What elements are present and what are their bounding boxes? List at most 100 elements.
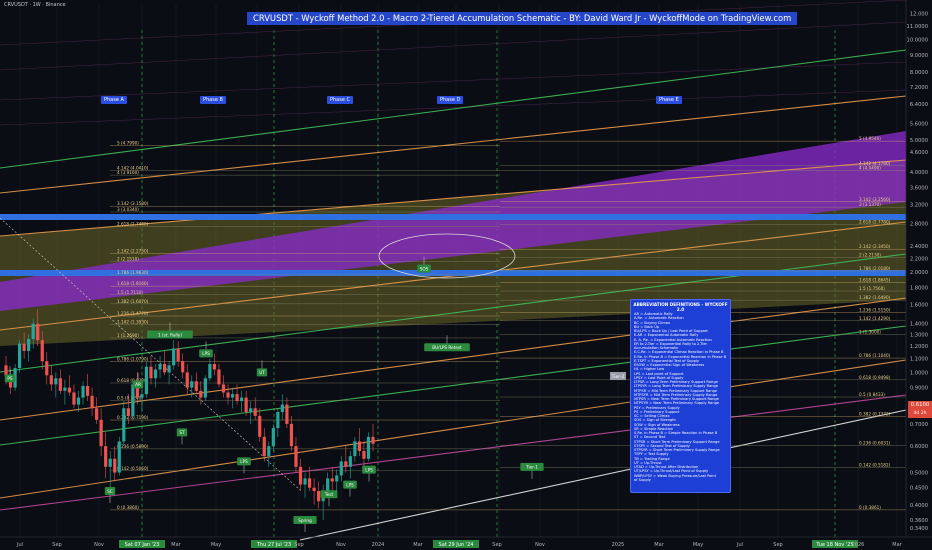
candle-body — [253, 408, 257, 416]
candle-body — [303, 478, 307, 485]
x-tick-label: Jul — [16, 542, 23, 548]
fib-label-left: 2.618 (2.7440) — [117, 222, 149, 227]
candle-body — [108, 458, 112, 467]
candle-body — [140, 394, 144, 398]
y-tick-label: 0.9000 — [910, 386, 928, 392]
candle-body — [158, 363, 162, 370]
legend-items: AR = Automatic Rally A.Re. = Automatic Re… — [631, 312, 730, 482]
candle-body — [17, 343, 22, 369]
legend-item: E.C.Re. = Exponential Climax Reaction in… — [634, 350, 724, 355]
fib-label-right: 2 (2.2130) — [859, 253, 881, 258]
y-tick-label: 8.0000 — [910, 70, 928, 76]
candle-body — [353, 441, 357, 457]
event-label: PS — [7, 376, 13, 381]
x-tick-label: Mar — [892, 542, 902, 548]
candle-body — [162, 363, 167, 373]
candle-body — [167, 365, 171, 373]
fib-label-right: 3 (3.1370) — [859, 202, 881, 207]
fib-label-left: 1.382 (1.6070) — [117, 299, 149, 304]
x-tick-label: Thu 27 Jul '23 — [256, 542, 291, 548]
candle-body — [262, 436, 266, 457]
symbol-info: CRVUSDT · 1W · Binance — [4, 2, 66, 8]
x-tick-label: Mar — [413, 542, 423, 548]
candle-body — [271, 428, 275, 447]
candle-body — [217, 369, 221, 385]
candle-body — [27, 338, 31, 351]
x-tick-label: Sep — [294, 542, 303, 548]
fib-label-left: 2.142 (2.2750) — [117, 249, 149, 254]
fib-label-right: 1.142 (1.4290) — [859, 316, 891, 321]
x-tick-label: May — [211, 542, 221, 548]
fib-label-left: 1.618 (1.8160) — [117, 281, 149, 286]
candle-body — [4, 365, 8, 376]
event-label: ST — [179, 430, 185, 435]
y-tick-label: 12.000 — [910, 11, 928, 17]
candle-body — [226, 392, 230, 398]
candle-body — [235, 394, 239, 402]
candle-body — [95, 408, 99, 420]
phase-c-label: Phase C — [327, 96, 354, 104]
y-tick-label: 0.6000 — [910, 444, 928, 450]
candle-body — [212, 363, 217, 370]
candle-body — [190, 381, 194, 388]
candle-body — [326, 478, 330, 491]
fib-label-left: 4 (3.9160) — [117, 170, 139, 175]
y-tick-label: 4.6000 — [910, 150, 928, 156]
candle-body — [122, 408, 126, 442]
event-label: BU/LPS Retest — [432, 345, 462, 350]
blue-level-upper — [0, 214, 906, 220]
y-tick-label: 5.6000 — [910, 121, 928, 127]
event-label: SC — [107, 489, 113, 494]
x-tick-label: Nov — [94, 542, 104, 548]
y-tick-label: 1.3000 — [910, 332, 928, 338]
y-tick-label: 1.6000 — [910, 302, 928, 308]
y-tick-label: 5.0000 — [910, 138, 928, 144]
x-tick-label: Nov — [535, 542, 545, 548]
candle-body — [298, 466, 303, 485]
fib-label-right: 4 (4.0490) — [859, 165, 881, 170]
candle-body — [104, 446, 108, 467]
y-tick-label: 1.2000 — [910, 344, 928, 350]
fib-label-right: 1.618 (1.8645) — [859, 277, 891, 282]
candle-body — [126, 408, 130, 416]
y-tick-label: 0.5000 — [910, 471, 928, 477]
candle-body — [362, 451, 366, 459]
legend-item: LTPSYR = Long Term Preliminary Supply Ra… — [634, 384, 719, 389]
phase-e-label: Phase E — [656, 96, 682, 104]
candle-body — [99, 419, 103, 447]
event-label: AR — [135, 382, 141, 387]
y-tick-label: 0.4500 — [910, 486, 928, 492]
candle-body — [181, 361, 185, 373]
candle-body — [357, 441, 362, 452]
candle-body — [230, 394, 235, 398]
candle-body — [366, 436, 371, 459]
y-tick-label: 0.4000 — [910, 503, 928, 509]
candle-body — [276, 412, 280, 429]
fib-label-right: 1.5 (1.7560) — [859, 286, 885, 291]
candle-body — [208, 363, 212, 379]
legend-title: ABBREVIATION DEFINITIONS - WYCKOFF 2.0 — [633, 302, 728, 312]
candle-body — [36, 323, 40, 341]
candle-body — [203, 378, 207, 398]
x-tick-label: Mar — [654, 542, 664, 548]
candle-body — [54, 378, 58, 385]
candle-body — [199, 390, 203, 398]
fib-label-right: 2.618 (2.7780) — [859, 220, 891, 225]
price-chart[interactable]: 5 (4.7990)4.142 (4.0410)4 (3.9160)3.142 … — [0, 0, 932, 550]
fib-label-right: 1.382 (1.6480) — [859, 295, 891, 300]
fib-label-right: 1.786 (2.0180) — [859, 266, 891, 271]
candle-body — [45, 361, 49, 376]
y-tick-label: 3.2000 — [910, 202, 928, 208]
y-tick-label: 7.2000 — [910, 85, 928, 91]
candle-body — [81, 385, 85, 398]
y-tick-label: 2.8000 — [910, 222, 928, 228]
candle-body — [294, 446, 298, 467]
candle-body — [240, 397, 244, 402]
candle-body — [63, 387, 67, 391]
candle-body — [335, 475, 339, 482]
candle-body — [117, 441, 121, 473]
y-tick-label: 1.1000 — [910, 357, 928, 363]
fib-label-right: 0.142 (0.5182) — [859, 462, 891, 467]
fib-label-left: 1.142 (1.3930) — [117, 319, 149, 324]
candle-body — [67, 387, 72, 393]
